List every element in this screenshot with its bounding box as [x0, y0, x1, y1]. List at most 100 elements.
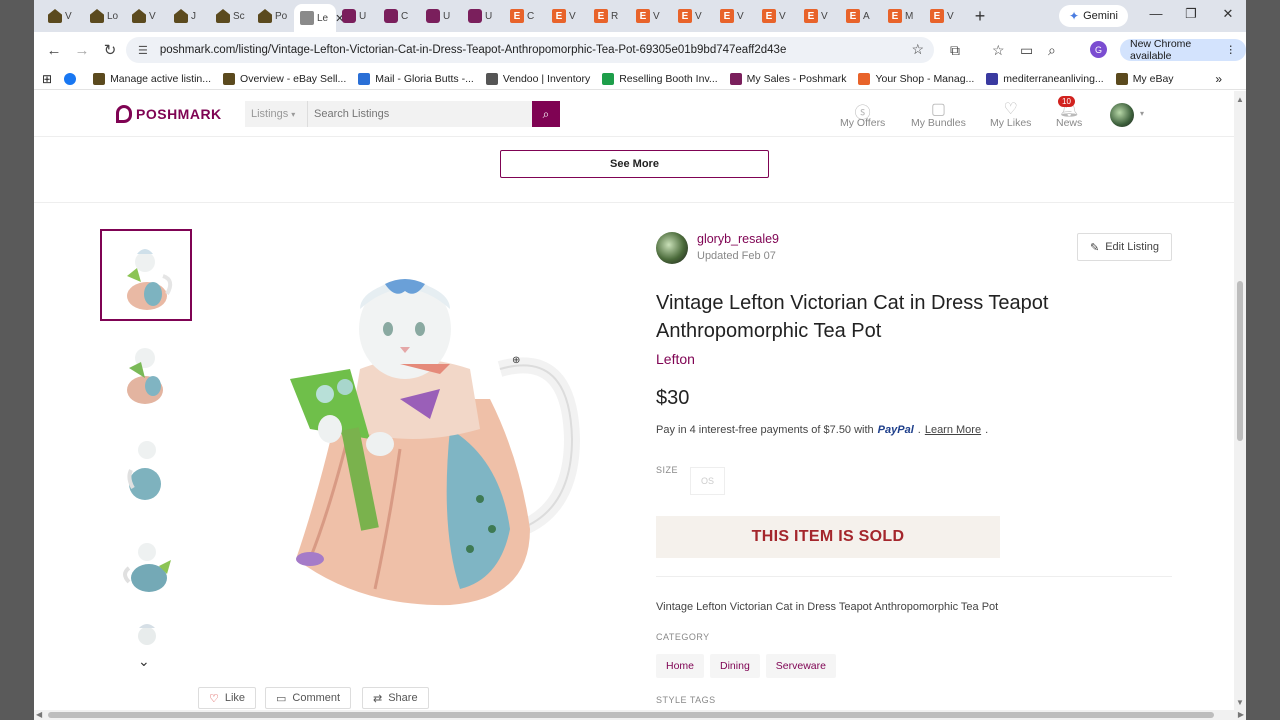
browser-tab[interactable]: EV — [672, 3, 714, 29]
back-icon[interactable]: ← — [40, 36, 68, 64]
bookmark-item[interactable]: My eBay — [1115, 72, 1174, 85]
browser-tab[interactable]: V — [126, 3, 168, 29]
scroll-down-icon[interactable]: ▼ — [1236, 698, 1244, 707]
share-button[interactable]: ⇄ Share — [362, 687, 429, 709]
bookmark-item[interactable]: My Sales - Poshmark — [729, 72, 846, 85]
category-chip-home[interactable]: Home — [656, 654, 705, 678]
bookmark-favicon-icon — [602, 72, 615, 85]
browser-tab[interactable]: EV — [546, 3, 588, 29]
my-offers-link[interactable]: ⓢ My Offers — [840, 99, 885, 129]
browser-tab[interactable]: U — [462, 3, 504, 29]
address-bar[interactable]: ☰ poshmark.com/listing/Vintage-Lefton-Vi… — [126, 37, 934, 63]
bookmark-item[interactable]: Vendoo | Inventory — [485, 72, 590, 85]
bookmark-favicon-icon — [223, 72, 236, 85]
browser-tab[interactable]: EC — [504, 3, 546, 29]
browser-tab[interactable]: ER — [588, 3, 630, 29]
edit-listing-label: Edit Listing — [1105, 241, 1160, 253]
new-chrome-button[interactable]: New Chrome available ⋮ — [1120, 38, 1246, 62]
bookmarks-icon[interactable]: ☆ — [992, 42, 1005, 59]
etsy-icon: E — [636, 9, 650, 23]
search-button[interactable]: ⌕ — [532, 101, 560, 127]
sold-banner: THIS ITEM IS SOLD — [656, 516, 1000, 558]
thumbnail-4[interactable] — [100, 517, 192, 609]
scroll-left-icon[interactable]: ◀ — [36, 710, 42, 719]
user-avatar[interactable] — [1110, 103, 1134, 127]
my-bundles-link[interactable]: ▢ My Bundles — [911, 99, 966, 129]
comment-button[interactable]: ▭ Comment — [265, 687, 352, 709]
browser-tab[interactable]: Le ✕ — [294, 4, 344, 32]
scroll-right-icon[interactable]: ▶ — [1238, 710, 1244, 719]
browser-tab[interactable]: EV — [756, 3, 798, 29]
search-category-dropdown[interactable]: Listings ▾ — [245, 101, 308, 127]
poshmark-icon — [426, 9, 440, 23]
bookmark-star-icon[interactable]: ☆ — [911, 41, 924, 58]
profile-avatar[interactable]: G — [1090, 41, 1107, 58]
tab-label: V — [149, 10, 156, 22]
tab-label: Po — [275, 10, 288, 22]
lens-icon[interactable]: ⌕ — [1048, 42, 1056, 59]
browser-tab[interactable]: V — [42, 3, 84, 29]
vertical-scrollbar[interactable]: ▲ ▼ — [1234, 91, 1246, 711]
browser-tab[interactable]: C — [378, 3, 420, 29]
browser-tab[interactable]: EV — [714, 3, 756, 29]
scroll-up-icon[interactable]: ▲ — [1236, 95, 1244, 104]
see-more-button[interactable]: See More — [500, 150, 769, 178]
bookmark-item[interactable]: Reselling Booth Inv... — [602, 72, 718, 85]
browser-tab[interactable]: J — [168, 3, 210, 29]
thumbnail-1[interactable] — [100, 229, 192, 321]
browser-tab[interactable]: EA — [840, 3, 882, 29]
browser-tab[interactable]: Lo — [84, 3, 126, 29]
bookmark-item[interactable]: mediterraneanliving... — [986, 72, 1104, 85]
browser-tab[interactable]: U — [336, 3, 378, 29]
paypal-installments: Pay in 4 interest-free payments of $7.50… — [656, 424, 989, 436]
scrollbar-thumb[interactable] — [1237, 281, 1243, 441]
restore-icon[interactable]: ❐ — [1173, 6, 1209, 22]
seller-avatar[interactable] — [656, 232, 688, 264]
bookmark-item[interactable]: Overview - eBay Sell... — [223, 72, 346, 85]
browser-tab[interactable]: Sc — [210, 3, 252, 29]
hscrollbar-thumb[interactable] — [48, 712, 1214, 718]
tab-label: V — [821, 10, 828, 22]
gemini-button[interactable]: ✦ Gemini — [1059, 5, 1128, 27]
more-bookmarks-icon[interactable]: » — [1215, 72, 1222, 86]
edit-listing-button[interactable]: ✎ Edit Listing — [1077, 233, 1172, 261]
browser-tab[interactable]: U — [420, 3, 462, 29]
browser-tab[interactable]: Po — [252, 3, 294, 29]
horizontal-scrollbar[interactable]: ◀ ▶ — [34, 710, 1246, 720]
forward-icon[interactable]: → — [68, 36, 96, 64]
bookmark-label: My eBay — [1132, 72, 1174, 85]
poshmark-logo[interactable]: POSHMARK — [116, 105, 222, 123]
brand-link[interactable]: Lefton — [656, 351, 695, 367]
bookmark-item[interactable] — [64, 72, 81, 85]
apps-icon[interactable]: ⊞ — [42, 72, 52, 86]
site-info-icon[interactable]: ☰ — [138, 44, 148, 57]
caret-down-icon[interactable]: ▾ — [1140, 109, 1144, 118]
minimize-icon[interactable]: — — [1138, 6, 1174, 21]
new-tab-icon[interactable]: + — [966, 3, 994, 29]
learn-more-link[interactable]: Learn More — [925, 424, 981, 436]
seller-name[interactable]: gloryb_resale9 — [697, 232, 779, 246]
bookmark-item[interactable]: Your Shop - Manag... — [858, 72, 974, 85]
main-product-image[interactable] — [200, 229, 634, 663]
like-button[interactable]: ♡ Like — [198, 687, 257, 709]
browser-tab[interactable]: EV — [798, 3, 840, 29]
my-likes-link[interactable]: ♡ My Likes — [990, 99, 1031, 129]
browser-tab[interactable]: EM — [882, 3, 924, 29]
tab-label: Sc — [233, 10, 245, 22]
browser-tab[interactable]: EV — [924, 3, 966, 29]
tab-search-icon[interactable]: ▭ — [1020, 42, 1033, 59]
category-chip-dining[interactable]: Dining — [710, 654, 760, 678]
close-window-icon[interactable]: ✕ — [1210, 6, 1246, 22]
thumbnail-2[interactable] — [100, 325, 192, 417]
chevron-down-icon[interactable]: ⌄ — [138, 653, 150, 670]
search-input[interactable] — [308, 101, 532, 127]
extensions-icon[interactable]: ⧉ — [950, 42, 960, 59]
browser-tab[interactable]: EV — [630, 3, 672, 29]
bookmark-item[interactable]: Manage active listin... — [93, 72, 211, 85]
reload-icon[interactable]: ↻ — [96, 36, 124, 64]
bookmark-item[interactable]: Mail - Gloria Butts -... — [358, 72, 474, 85]
size-option: OS — [690, 467, 725, 495]
category-chip-serveware[interactable]: Serveware — [765, 654, 836, 678]
thumbnail-3[interactable] — [100, 421, 192, 513]
etsy-icon: E — [594, 9, 608, 23]
